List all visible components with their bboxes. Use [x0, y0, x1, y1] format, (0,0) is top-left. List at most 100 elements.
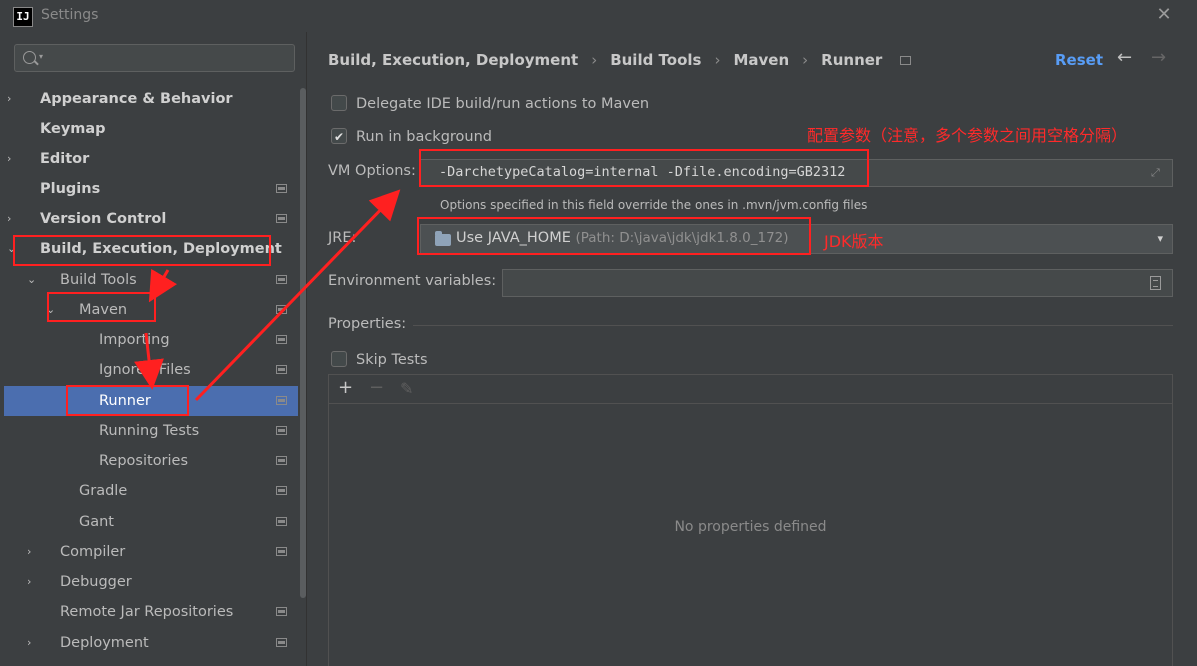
- sidebar-item-label: Plugins: [40, 181, 101, 197]
- sidebar-item-importing[interactable]: Importing: [4, 325, 298, 355]
- expand-icon[interactable]: ⤢: [1151, 167, 1163, 179]
- sidebar-item-label: Version Control: [40, 211, 167, 227]
- window-title: Settings: [41, 7, 99, 23]
- sidebar-item-repositories[interactable]: Repositories: [4, 446, 298, 476]
- vm-options-hint: Options specified in this field override…: [440, 198, 868, 212]
- properties-label: Properties:: [328, 316, 407, 332]
- search-dropdown-icon[interactable]: ▾: [39, 52, 43, 61]
- annotation-box: [417, 217, 811, 255]
- annotation-box: [47, 292, 156, 322]
- vm-options-label: VM Options:: [328, 163, 416, 179]
- chevron-right-icon[interactable]: ›: [7, 204, 11, 234]
- search-input[interactable]: ▾: [14, 44, 295, 72]
- sidebar-item-label: Remote Jar Repositories: [60, 604, 234, 620]
- chevron-right-icon[interactable]: ›: [27, 537, 31, 567]
- env-variables-field[interactable]: [502, 269, 1173, 297]
- run-in-background-label: Run in background: [356, 129, 493, 145]
- breadcrumb-separator: ›: [591, 51, 598, 69]
- delegate-checkbox[interactable]: [331, 95, 347, 111]
- properties-separator: [413, 325, 1173, 326]
- sidebar-item-label: Gant: [79, 514, 114, 530]
- project-scope-icon: [276, 305, 287, 314]
- project-scope-icon: [276, 275, 287, 284]
- project-scope-icon: [276, 486, 287, 495]
- remove-icon[interactable]: −: [369, 377, 384, 398]
- project-scope-icon: [276, 396, 287, 405]
- project-scope-icon: [276, 426, 287, 435]
- sidebar-item-label: Debugger: [60, 574, 132, 590]
- project-scope-icon: [276, 607, 287, 616]
- sidebar-item-label: Appearance & Behavior: [40, 91, 233, 107]
- sidebar-item-gant[interactable]: Gant: [4, 507, 298, 537]
- project-scope-icon: [276, 214, 287, 223]
- sidebar-item-running-tests[interactable]: Running Tests: [4, 416, 298, 446]
- sidebar-item-remote-jar-repositories[interactable]: Remote Jar Repositories: [4, 597, 298, 627]
- chevron-right-icon[interactable]: ›: [27, 628, 31, 658]
- project-scope-icon: [900, 56, 912, 65]
- edit-icon[interactable]: ✎: [400, 379, 413, 398]
- breadcrumb-item: Build, Execution, Deployment: [328, 51, 579, 69]
- sidebar-item-label: Ignored Files: [99, 362, 191, 378]
- delegate-checkbox-label: Delegate IDE build/run actions to Maven: [356, 96, 650, 112]
- sidebar-item-compiler[interactable]: › Compiler: [4, 537, 298, 567]
- sidebar-item-label: Repositories: [99, 453, 189, 469]
- forward-arrow-icon[interactable]: →: [1151, 47, 1166, 68]
- sidebar-item-gradle[interactable]: Gradle: [4, 476, 298, 506]
- close-icon[interactable]: ✕: [1153, 4, 1175, 26]
- sidebar-item-deployment[interactable]: › Deployment: [4, 628, 298, 658]
- breadcrumb-separator: ›: [714, 51, 721, 69]
- chevron-right-icon[interactable]: ›: [7, 144, 11, 174]
- project-scope-icon: [276, 547, 287, 556]
- jdk-annotation: JDK版本: [824, 232, 884, 251]
- sidebar-item-label: Importing: [99, 332, 170, 348]
- intellij-app-icon: IJ: [13, 7, 33, 27]
- sidebar-item-label: Gradle: [79, 483, 128, 499]
- annotation-box: [13, 235, 271, 266]
- chevron-down-icon[interactable]: ⌄: [27, 265, 36, 295]
- sidebar-item-label: Keymap: [40, 121, 106, 137]
- sidebar-item-plugins[interactable]: Plugins: [4, 174, 298, 204]
- sidebar-item-label: Running Tests: [99, 423, 200, 439]
- properties-toolbar: + − ✎: [329, 375, 1172, 404]
- vm-options-annotation: 配置参数（注意，多个参数之间用空格分隔）: [807, 126, 1128, 145]
- chevron-right-icon[interactable]: ›: [27, 567, 31, 597]
- env-variables-label: Environment variables:: [328, 273, 497, 289]
- add-icon[interactable]: +: [338, 377, 353, 398]
- sidebar-item-ignored-files[interactable]: Ignored Files: [4, 355, 298, 385]
- reset-link[interactable]: Reset: [1055, 51, 1103, 69]
- properties-table: + − ✎ No properties defined: [328, 374, 1173, 666]
- sidebar-item-build-tools[interactable]: ⌄ Build Tools: [4, 265, 298, 295]
- sidebar-item-editor[interactable]: › Editor: [4, 144, 298, 174]
- chevron-down-icon: ▾: [1157, 232, 1163, 245]
- breadcrumb-item: Build Tools: [610, 51, 702, 69]
- project-scope-icon: [276, 365, 287, 374]
- annotation-box: [419, 149, 869, 187]
- sidebar-item-label: Compiler: [60, 544, 126, 560]
- skip-tests-label: Skip Tests: [356, 352, 428, 368]
- sidebar-item-keymap[interactable]: Keymap: [4, 114, 298, 144]
- breadcrumb-item: Runner: [821, 51, 883, 69]
- project-scope-icon: [276, 517, 287, 526]
- breadcrumb-item: Maven: [733, 51, 790, 69]
- back-arrow-icon[interactable]: ←: [1117, 47, 1132, 68]
- title-bar: IJ Settings ✕: [0, 0, 1197, 32]
- search-icon: [23, 51, 36, 64]
- sidebar-item-version-control[interactable]: › Version Control: [4, 204, 298, 234]
- breadcrumb: Build, Execution, Deployment › Build Tools…: [328, 51, 912, 69]
- breadcrumb-separator: ›: [802, 51, 809, 69]
- project-scope-icon: [276, 456, 287, 465]
- sidebar-item-debugger[interactable]: › Debugger: [4, 567, 298, 597]
- empty-properties-text: No properties defined: [674, 519, 827, 535]
- sidebar-item-label: Build Tools: [60, 272, 137, 288]
- jre-label: JRE:: [328, 230, 357, 246]
- sidebar-item-label: Deployment: [60, 635, 149, 651]
- project-scope-icon: [276, 184, 287, 193]
- skip-tests-checkbox[interactable]: [331, 351, 347, 367]
- settings-sidebar: ▾ › Appearance & Behavior Keymap › Editor Plu…: [4, 32, 306, 666]
- run-in-background-checkbox[interactable]: [331, 127, 347, 147]
- sidebar-item-appearance-behavior[interactable]: › Appearance & Behavior: [4, 84, 298, 114]
- browse-icon[interactable]: [1150, 276, 1161, 290]
- project-scope-icon: [276, 335, 287, 344]
- annotation-box: [66, 385, 189, 416]
- chevron-right-icon[interactable]: ›: [7, 84, 11, 114]
